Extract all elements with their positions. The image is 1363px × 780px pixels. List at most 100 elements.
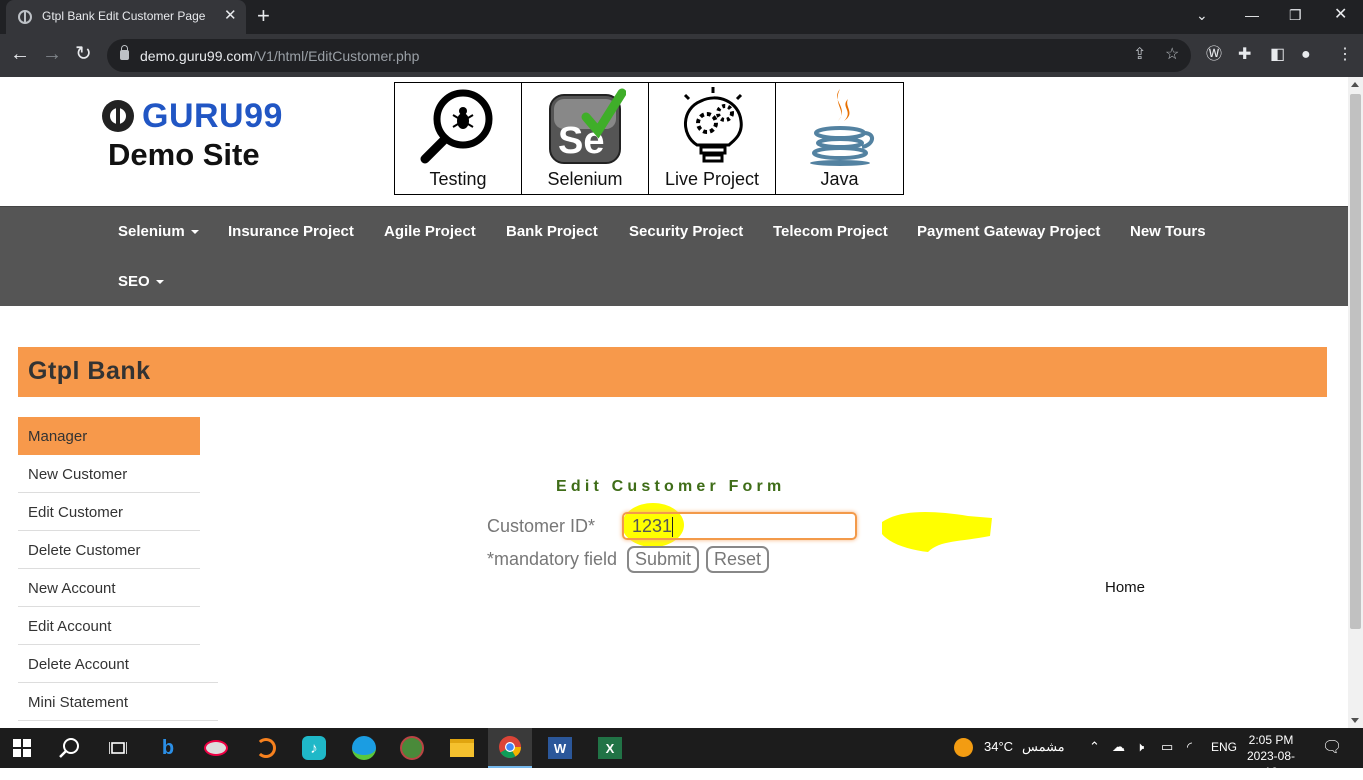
search-button[interactable] [48, 728, 92, 768]
tile-label: Live Project [664, 169, 760, 189]
home-link[interactable]: Home [1105, 579, 1145, 596]
star-icon[interactable]: ☆ [1165, 45, 1179, 65]
reset-button[interactable]: Reset [706, 546, 770, 573]
word-app[interactable]: W [538, 728, 582, 768]
close-window-icon[interactable]: ✕ [1334, 6, 1347, 24]
caret-down-icon [190, 230, 199, 235]
puzzle-icon[interactable]: ✚ [1238, 44, 1251, 66]
word-icon: W [548, 737, 572, 759]
forward-icon[interactable]: → [42, 43, 62, 65]
clock-time: 2:05 PM [1248, 733, 1294, 747]
music-app[interactable]: ♪ [292, 728, 336, 768]
menu-item-mini-statement[interactable]: Mini Statement [18, 683, 218, 721]
magnifier-bug-icon [420, 89, 493, 164]
course-tiles: Testing Se Selenium Live Project Java [394, 82, 904, 195]
weather-temperature[interactable]: 34°C [984, 739, 1013, 754]
customer-id-label: Customer ID* [487, 516, 596, 536]
sidepanel-icon[interactable]: ◧ [1270, 44, 1285, 66]
lock-icon[interactable] [120, 45, 129, 60]
tab-search-icon[interactable]: ⌄ [1196, 6, 1208, 24]
tile-java[interactable]: Java [776, 83, 903, 194]
submit-button[interactable]: Submit [627, 546, 700, 573]
onedrive-icon[interactable]: ☁ [1112, 739, 1125, 755]
menu-item-new-account[interactable]: New Account [18, 569, 200, 607]
scroll-down-icon[interactable] [1351, 718, 1359, 723]
game-app[interactable] [390, 728, 434, 768]
file-explorer-app[interactable] [440, 728, 484, 768]
volume-muted-icon[interactable]: 🕨 [1136, 739, 1144, 755]
menu-dots-icon[interactable]: ⋮ [1337, 44, 1353, 66]
menu-item-edit-account[interactable]: Edit Account [18, 607, 200, 645]
share-icon[interactable]: ⇪ [1133, 45, 1146, 65]
close-tab-icon[interactable]: ✕ [224, 7, 237, 25]
guru99-logo[interactable]: GURU99 Demo Site [102, 97, 302, 177]
nav-insurance-project[interactable]: Insurance Project [228, 223, 354, 240]
tile-live-project[interactable]: Live Project [649, 83, 776, 194]
bank-title: Gtpl Bank [28, 357, 151, 385]
language-indicator[interactable]: ENG [1211, 740, 1237, 754]
extension-w-icon[interactable]: Ⓦ [1206, 44, 1222, 66]
task-view-button[interactable] [96, 728, 140, 768]
logo-text: GURU99 [142, 97, 283, 135]
eclipse-app[interactable] [244, 728, 288, 768]
minimize-icon[interactable]: — [1245, 6, 1259, 24]
nav-payment-gateway-project[interactable]: Payment Gateway Project [917, 223, 1100, 240]
profile-icon[interactable]: ● [1301, 44, 1311, 66]
menu-item-manager[interactable]: Manager [18, 417, 200, 455]
menu-item-delete-account[interactable]: Delete Account [18, 645, 218, 683]
reload-icon[interactable]: ↻ [75, 43, 92, 65]
logo-subtitle: Demo Site [108, 137, 260, 172]
start-button[interactable] [0, 728, 44, 768]
nav-new-tours[interactable]: New Tours [1130, 223, 1206, 240]
tile-testing[interactable]: Testing [395, 83, 522, 194]
excel-app[interactable]: X [588, 728, 632, 768]
nav-agile-project[interactable]: Agile Project [384, 223, 476, 240]
nav-seo[interactable]: SEO [118, 273, 164, 290]
bulb-gears-icon [683, 87, 743, 163]
mandatory-note: *mandatory field [487, 549, 618, 569]
bank-header: Gtpl Bank [18, 347, 1327, 397]
java-cup-icon [810, 89, 874, 166]
edge-app[interactable] [342, 728, 386, 768]
new-tab-button[interactable]: + [257, 4, 270, 28]
bing-icon: b [161, 736, 175, 759]
weather-sun-icon[interactable] [954, 738, 973, 760]
customer-id-input[interactable] [622, 512, 857, 540]
notification-icon[interactable]: 🗨 [1322, 737, 1342, 757]
taskbar-clock[interactable]: 2:05 PM 2023-08-16 [1244, 732, 1298, 780]
address-bar[interactable]: demo.guru99.com/V1/html/EditCustomer.php… [107, 39, 1191, 72]
tray-chevron-up-icon[interactable]: ⌃ [1089, 739, 1100, 755]
windows-logo-icon [13, 739, 31, 757]
nav-security-project[interactable]: Security Project [629, 223, 743, 240]
tile-selenium[interactable]: Se Selenium [522, 83, 649, 194]
chrome-app[interactable] [488, 728, 532, 768]
excel-icon: X [598, 737, 622, 759]
page-scrollbar[interactable] [1348, 77, 1363, 728]
form-title: Edit Customer Form [556, 478, 786, 495]
scroll-thumb[interactable] [1350, 94, 1361, 629]
menu-item-new-customer[interactable]: New Customer [18, 455, 200, 493]
main-navbar: Selenium Insurance Project Agile Project… [0, 206, 1348, 306]
windows-taskbar: b ♪ W X 34°C مشمس ⌃ ☁ 🕨 ▭ ◜ ENG 2:05 PM … [0, 728, 1363, 779]
menu-item-edit-customer[interactable]: Edit Customer [18, 493, 200, 531]
wifi-icon[interactable]: ◜ [1187, 739, 1192, 755]
browser-tab[interactable]: Gtpl Bank Edit Customer Page ✕ [6, 0, 246, 34]
weather-condition[interactable]: مشمس [1022, 739, 1065, 755]
edge-icon [352, 736, 376, 760]
nav-bank-project[interactable]: Bank Project [506, 223, 598, 240]
bing-app[interactable]: b [146, 728, 190, 768]
battery-icon[interactable]: ▭ [1161, 739, 1173, 755]
back-icon[interactable]: ← [10, 43, 30, 65]
nav-selenium[interactable]: Selenium [118, 223, 199, 240]
tab-strip: Gtpl Bank Edit Customer Page ✕ + ⌄ — ❐ ✕ [0, 0, 1363, 34]
url-text[interactable]: demo.guru99.com/V1/html/EditCustomer.php [140, 48, 419, 64]
tile-label: Selenium [547, 169, 623, 189]
nav-telecom-project[interactable]: Telecom Project [773, 223, 888, 240]
paint-app[interactable] [194, 728, 238, 768]
menu-item-delete-customer[interactable]: Delete Customer [18, 531, 200, 569]
selenium-icon: Se [549, 88, 626, 164]
restore-icon[interactable]: ❐ [1289, 6, 1302, 24]
scroll-up-icon[interactable] [1351, 82, 1359, 87]
manager-menu: Manager New Customer Edit Customer Delet… [18, 417, 218, 721]
tile-label: Testing [429, 169, 487, 189]
